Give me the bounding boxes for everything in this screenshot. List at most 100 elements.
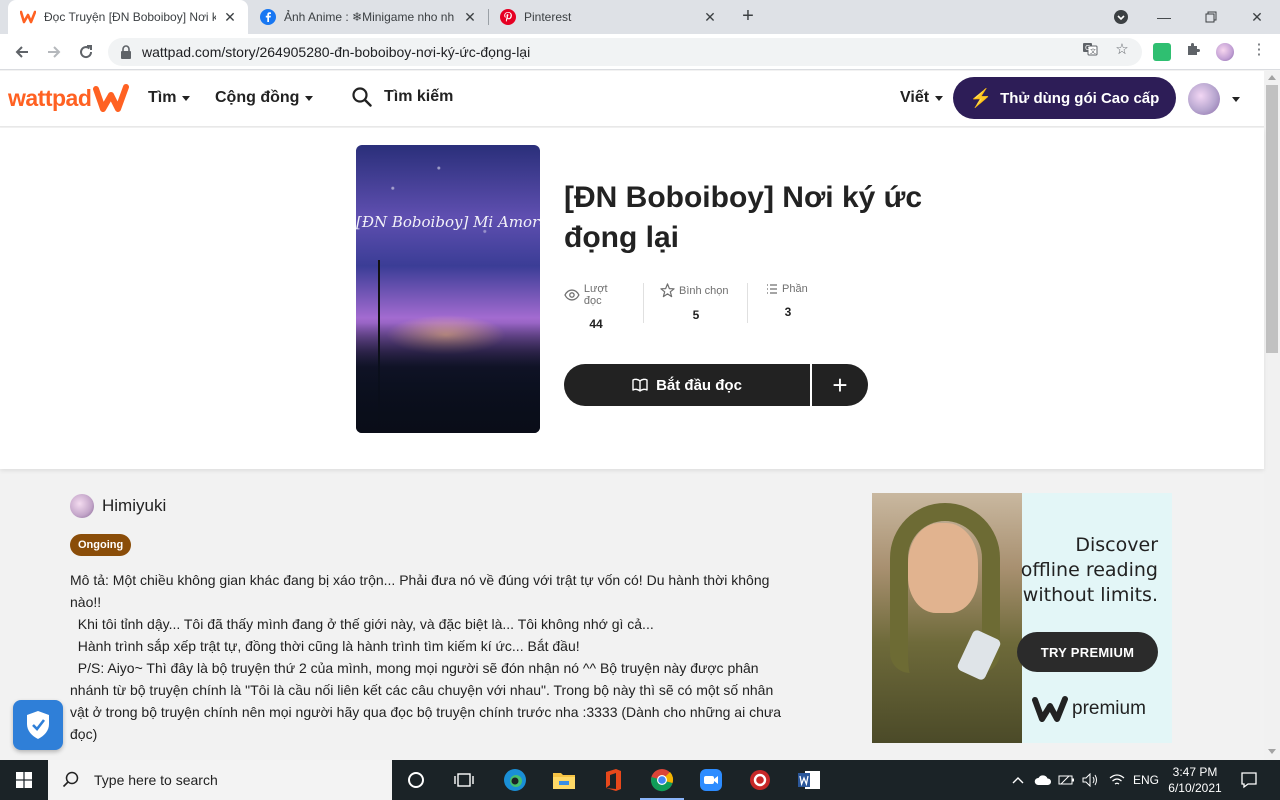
search-button[interactable]: Tìm kiếm — [352, 87, 453, 107]
close-tab-icon[interactable]: ✕ — [462, 9, 478, 25]
volume-icon[interactable] — [1082, 760, 1100, 800]
story-cover[interactable]: [ĐN Boboiboy] Mi Amore — [356, 145, 540, 433]
avatar-chevron-down-icon[interactable] — [1232, 97, 1240, 102]
try-premium-ad-button[interactable]: TRY PREMIUM — [1017, 632, 1158, 672]
scroll-thumb[interactable] — [1266, 85, 1278, 353]
taskbar-clock[interactable]: 3:47 PM 6/10/2021 — [1164, 764, 1226, 796]
restore-icon[interactable] — [1199, 5, 1223, 29]
description-line: Mô tả: Một chiều không gian khác đang bị… — [70, 572, 770, 610]
battery-icon[interactable] — [1058, 760, 1076, 800]
stat-votes: Bình chọn 5 — [660, 283, 732, 327]
tab-wattpad[interactable]: Đọc Truyện [ĐN Boboiboy] Nơi k ✕ — [8, 0, 248, 34]
wattpad-logo[interactable]: wattpad — [8, 83, 130, 113]
zoom-icon[interactable] — [699, 768, 723, 792]
stat-parts-value: 3 — [784, 305, 792, 319]
wattpad-w-icon — [93, 84, 130, 112]
lightning-icon: ⚡ — [969, 87, 993, 108]
onedrive-icon[interactable] — [1034, 760, 1052, 800]
user-avatar[interactable] — [1188, 83, 1220, 115]
new-tab-button[interactable]: + — [738, 6, 758, 27]
office-icon[interactable] — [601, 768, 625, 792]
nav-find[interactable]: Tìm — [148, 89, 191, 107]
ad-brand-text: premium — [1072, 698, 1146, 719]
tab-search-icon[interactable] — [1109, 5, 1133, 29]
premium-label: Thử dùng gói Cao cấp — [1000, 89, 1160, 107]
close-tab-icon[interactable]: ✕ — [222, 9, 238, 25]
minimize-icon[interactable]: — — [1152, 5, 1176, 29]
close-window-icon[interactable]: ✕ — [1245, 5, 1269, 29]
tab-facebook[interactable]: Ảnh Anime : ❄Minigame nho nh ✕ — [248, 0, 488, 34]
book-open-icon — [632, 378, 648, 392]
file-explorer-icon[interactable] — [552, 768, 576, 792]
stat-parts-label: Phần — [782, 283, 808, 295]
stat-reads-label: Lượt đọc — [583, 283, 608, 307]
search-icon — [352, 87, 372, 107]
stat-parts: Phần 3 — [766, 283, 810, 327]
description-line: P/S: Aiyo~ Thì đây là bộ truyện thứ 2 củ… — [70, 660, 785, 742]
cover-text: [ĐN Boboiboy] Mi Amore — [356, 213, 540, 231]
scroll-down-icon[interactable] — [1268, 749, 1276, 754]
list-icon — [767, 284, 777, 294]
wattpad-header: wattpad Tìm Cộng đồng Tìm kiếm Viết ⚡ Th… — [0, 71, 1264, 127]
bookmark-star-icon[interactable]: ☆ — [1113, 40, 1131, 58]
try-premium-button[interactable]: ⚡ Thử dùng gói Cao cấp — [953, 77, 1176, 119]
profile-avatar[interactable] — [1216, 43, 1234, 61]
address-bar[interactable]: wattpad.com/story/264905280-đn-boboiboy-… — [108, 38, 1142, 66]
clock-date: 6/10/2021 — [1168, 781, 1222, 795]
taskbar-search-placeholder: Type here to search — [94, 772, 218, 788]
nav-write-label: Viết — [900, 89, 930, 106]
add-to-list-button[interactable]: + — [812, 364, 868, 406]
translate-icon[interactable]: G文 — [1081, 40, 1099, 58]
author-name: Himiyuki — [102, 496, 167, 515]
extension-green-icon[interactable] — [1153, 43, 1171, 61]
tab-title: Ảnh Anime : ❄Minigame nho nh — [284, 10, 455, 24]
start-reading-button[interactable]: Bắt đầu đọc — [564, 364, 810, 406]
forward-icon[interactable] — [42, 40, 66, 64]
shield-extension-button[interactable] — [13, 700, 63, 750]
tab-title: Đọc Truyện [ĐN Boboiboy] Nơi k — [44, 10, 216, 24]
show-hidden-icons[interactable] — [1012, 760, 1024, 800]
premium-ad[interactable]: Discover offline reading without limits.… — [872, 493, 1172, 743]
word-icon[interactable] — [797, 768, 821, 792]
shield-check-icon — [27, 711, 49, 739]
nav-write[interactable]: Viết — [900, 89, 944, 107]
notifications-icon[interactable] — [1240, 760, 1258, 800]
pinterest-favicon-icon — [500, 9, 516, 25]
windows-logo-icon — [16, 772, 32, 788]
wattpad-favicon-icon — [20, 9, 36, 25]
task-view-icon[interactable] — [452, 768, 476, 792]
edge-icon[interactable] — [503, 768, 527, 792]
chrome-icon[interactable] — [640, 768, 684, 800]
wattpad-w-icon — [1032, 696, 1068, 722]
author-link[interactable]: Himiyuki — [70, 494, 166, 518]
reload-icon[interactable] — [74, 40, 98, 64]
stat-reads-value: 44 — [589, 317, 603, 331]
stat-divider — [747, 283, 748, 323]
windows-start-button[interactable] — [0, 760, 48, 800]
ad-brand: premium — [1032, 695, 1146, 723]
tab-pinterest[interactable]: Pinterest ✕ — [488, 0, 728, 34]
search-label: Tìm kiếm — [384, 88, 454, 105]
wifi-icon[interactable] — [1108, 760, 1126, 800]
scroll-up-icon[interactable] — [1268, 75, 1276, 80]
back-icon[interactable] — [10, 40, 34, 64]
lock-icon — [121, 45, 131, 59]
facebook-favicon-icon — [260, 9, 276, 25]
ad-photo — [872, 493, 1022, 743]
ad-face — [908, 523, 978, 613]
page-scrollbar[interactable] — [1264, 71, 1280, 760]
chevron-down-icon — [935, 95, 944, 101]
extensions-puzzle-icon[interactable] — [1184, 40, 1202, 58]
close-tab-icon[interactable]: ✕ — [702, 9, 718, 25]
stat-votes-value: 5 — [692, 308, 700, 322]
taskbar-search-box[interactable]: Type here to search — [48, 760, 392, 800]
eye-icon — [564, 289, 580, 301]
cover-trees — [356, 323, 540, 433]
ccleaner-icon[interactable] — [748, 768, 772, 792]
tab-title: Pinterest — [524, 10, 572, 24]
menu-dots-icon[interactable]: ⋮ — [1250, 40, 1268, 58]
input-language-indicator[interactable]: ENG — [1133, 760, 1159, 800]
cortana-icon[interactable] — [404, 768, 428, 792]
nav-community[interactable]: Cộng đồng — [215, 89, 314, 107]
star-icon — [660, 283, 675, 298]
